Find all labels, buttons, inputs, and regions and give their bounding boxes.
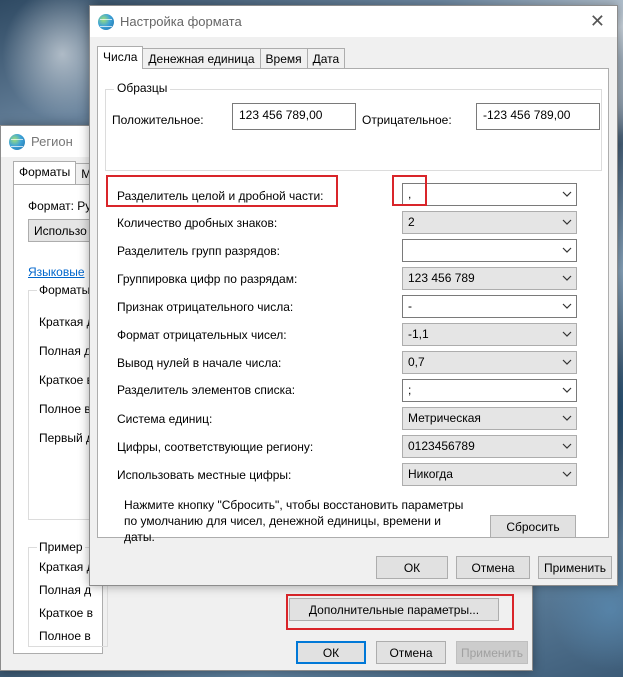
leading-zeros-label: Вывод нулей в начале числа:	[117, 356, 282, 370]
native-digits-label: Цифры, соответствующие региону:	[117, 440, 314, 454]
numbers-pane: Образцы Положительное: 123 456 789,00 От…	[97, 68, 609, 544]
chevron-down-icon[interactable]	[562, 301, 572, 311]
negative-sample: -123 456 789,00	[476, 103, 600, 130]
negative-sign-select[interactable]: -	[402, 295, 577, 318]
format-label: Формат: Ру	[28, 199, 92, 213]
negative-label: Отрицательное:	[362, 113, 452, 127]
formats-row: Краткая д	[39, 315, 94, 329]
digit-grouping-value: 123 456 789	[408, 271, 475, 285]
digit-grouping-select[interactable]: 123 456 789	[402, 267, 577, 290]
examples-row: Краткая д	[39, 560, 94, 574]
chevron-down-icon[interactable]	[562, 245, 572, 255]
digit-grouping-label: Группировка цифр по разрядам:	[117, 272, 298, 286]
region-title: Регион	[31, 134, 73, 149]
formats-row: Полное в	[39, 402, 91, 416]
formats-group-title: Форматы	[37, 283, 93, 297]
highlight-advanced-button	[286, 594, 514, 630]
measurement-system-value: Метрическая	[408, 411, 481, 425]
language-settings-link[interactable]: Языковые	[28, 265, 85, 279]
region-apply-button: Применить	[456, 641, 528, 664]
format-cancel-button[interactable]: Отмена	[456, 556, 530, 579]
format-title: Настройка формата	[120, 14, 242, 29]
region-ok-button[interactable]: ОК	[296, 641, 366, 664]
format-tabs: Числа Денежная единица Время Дата	[97, 46, 346, 70]
examples-row: Краткое в	[39, 606, 94, 620]
negative-format-value: -1,1	[408, 327, 429, 341]
chevron-down-icon[interactable]	[562, 189, 572, 199]
decimal-separator-select[interactable]: ,	[402, 183, 577, 206]
globe-icon	[98, 13, 114, 30]
chevron-down-icon[interactable]	[562, 413, 572, 423]
region-tabs: Форматы М	[13, 161, 98, 185]
format-apply-button[interactable]: Применить	[538, 556, 612, 579]
examples-group-title: Пример	[37, 540, 85, 554]
tab-formats[interactable]: Форматы	[13, 161, 77, 184]
positive-label: Положительное:	[112, 113, 204, 127]
chevron-down-icon[interactable]	[562, 329, 572, 339]
chevron-down-icon[interactable]	[562, 385, 572, 395]
chevron-down-icon[interactable]	[562, 469, 572, 479]
chevron-down-icon[interactable]	[562, 273, 572, 283]
negative-format-select[interactable]: -1,1	[402, 323, 577, 346]
region-cancel-button[interactable]: Отмена	[376, 641, 446, 664]
native-digits-value: 0123456789	[408, 439, 475, 453]
leading-zeros-value: 0,7	[408, 355, 425, 369]
tab-numbers[interactable]: Числа	[97, 46, 144, 69]
examples-row: Полное в	[39, 629, 91, 643]
native-digits-select[interactable]: 0123456789	[402, 435, 577, 458]
measurement-system-select[interactable]: Метрическая	[402, 407, 577, 430]
use-native-digits-label: Использовать местные цифры:	[117, 468, 292, 482]
format-settings-window: Настройка формата ✕ Числа Денежная едини…	[89, 5, 618, 586]
use-native-digits-select[interactable]: Никогда	[402, 463, 577, 486]
negative-sign-value: -	[408, 299, 412, 313]
close-icon[interactable]: ✕	[590, 12, 605, 30]
examples-row: Полная д	[39, 583, 92, 597]
decimal-digits-label: Количество дробных знаков:	[117, 216, 278, 230]
formats-row: Первый д	[39, 431, 94, 445]
list-separator-select[interactable]: ;	[402, 379, 577, 402]
leading-zeros-select[interactable]: 0,7	[402, 351, 577, 374]
formats-row: Краткое в	[39, 373, 94, 387]
chevron-down-icon[interactable]	[562, 357, 572, 367]
tab-time[interactable]: Время	[259, 48, 308, 69]
reset-button[interactable]: Сбросить	[490, 515, 576, 538]
formats-row: Полная д	[39, 344, 92, 358]
format-ok-button[interactable]: ОК	[376, 556, 448, 579]
highlight-decimal-label	[106, 175, 338, 207]
use-native-digits-value: Никогда	[408, 467, 453, 481]
chevron-down-icon[interactable]	[562, 217, 572, 227]
format-titlebar[interactable]: Настройка формата ✕	[90, 6, 617, 37]
globe-icon	[9, 133, 25, 150]
samples-group: Образцы Положительное: 123 456 789,00 От…	[105, 81, 602, 171]
samples-title: Образцы	[114, 81, 171, 95]
chevron-down-icon[interactable]	[562, 441, 572, 451]
list-separator-value: ;	[408, 383, 412, 397]
negative-sign-label: Признак отрицательного числа:	[117, 300, 294, 314]
digit-group-separator-label: Разделитель групп разрядов:	[117, 244, 280, 258]
tab-currency[interactable]: Денежная единица	[142, 48, 261, 69]
highlight-decimal-value	[392, 175, 427, 206]
list-separator-label: Разделитель элементов списка:	[117, 383, 296, 397]
positive-sample: 123 456 789,00	[232, 103, 356, 130]
decimal-digits-value: 2	[408, 215, 415, 229]
negative-format-label: Формат отрицательных чисел:	[117, 328, 287, 342]
digit-group-separator-select[interactable]	[402, 239, 577, 262]
tab-date[interactable]: Дата	[306, 48, 346, 69]
measurement-system-label: Система единиц:	[117, 412, 213, 426]
reset-description: Нажмите кнопку "Сбросить", чтобы восстан…	[124, 498, 464, 544]
decimal-digits-select[interactable]: 2	[402, 211, 577, 234]
